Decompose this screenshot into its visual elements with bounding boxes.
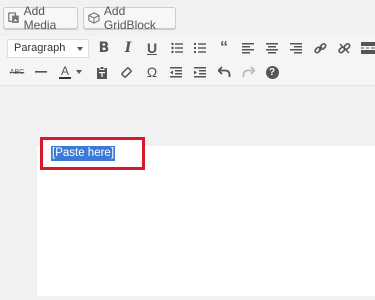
bullet-list-icon[interactable] — [167, 38, 187, 58]
indent-icon[interactable] — [190, 62, 210, 82]
clear-formatting-icon[interactable] — [116, 62, 136, 82]
read-more-icon[interactable] — [358, 38, 375, 58]
numbered-list-icon[interactable] — [190, 38, 210, 58]
format-select[interactable]: Paragraph — [7, 39, 89, 58]
bold-icon[interactable]: B — [94, 38, 114, 58]
redo-icon[interactable] — [238, 62, 258, 82]
align-right-icon[interactable] — [286, 38, 306, 58]
gridblock-icon — [88, 12, 100, 24]
italic-icon[interactable]: I — [118, 38, 138, 58]
chevron-down-icon — [77, 47, 83, 51]
add-media-icon — [8, 12, 19, 23]
special-character-icon[interactable]: Ω — [142, 62, 162, 82]
undo-icon[interactable] — [214, 62, 234, 82]
outdent-icon[interactable] — [166, 62, 186, 82]
toolbar-row-2: ABC A Ω ? — [0, 60, 375, 84]
remove-link-icon[interactable] — [334, 38, 354, 58]
strikethrough-icon[interactable]: ABC — [7, 62, 27, 82]
align-center-icon[interactable] — [262, 38, 282, 58]
format-select-value: Paragraph — [14, 42, 66, 54]
text-color-dropdown-icon[interactable] — [73, 62, 85, 82]
horizontal-line-icon[interactable] — [31, 62, 51, 82]
paste-as-text-icon[interactable] — [92, 62, 112, 82]
add-gridblock-button[interactable]: Add GridBlock — [83, 4, 176, 32]
align-left-icon[interactable] — [238, 38, 258, 58]
editor-toolbar: Paragraph B I U “ ABC A Ω ? — [0, 36, 375, 86]
add-gridblock-label: Add GridBlock — [103, 4, 156, 32]
insert-link-icon[interactable] — [310, 38, 330, 58]
help-icon[interactable]: ? — [262, 62, 282, 82]
media-buttons-bar: Add Media Add GridBlock — [0, 0, 375, 38]
underline-icon[interactable]: U — [142, 38, 162, 58]
add-media-label: Add Media — [23, 4, 57, 32]
text-color-icon[interactable]: A — [55, 62, 75, 82]
toolbar-row-1: Paragraph B I U “ — [0, 36, 375, 60]
blockquote-icon[interactable]: “ — [214, 38, 234, 58]
paste-placeholder-text[interactable]: [Paste here] — [51, 146, 116, 161]
add-media-button[interactable]: Add Media — [3, 4, 78, 32]
